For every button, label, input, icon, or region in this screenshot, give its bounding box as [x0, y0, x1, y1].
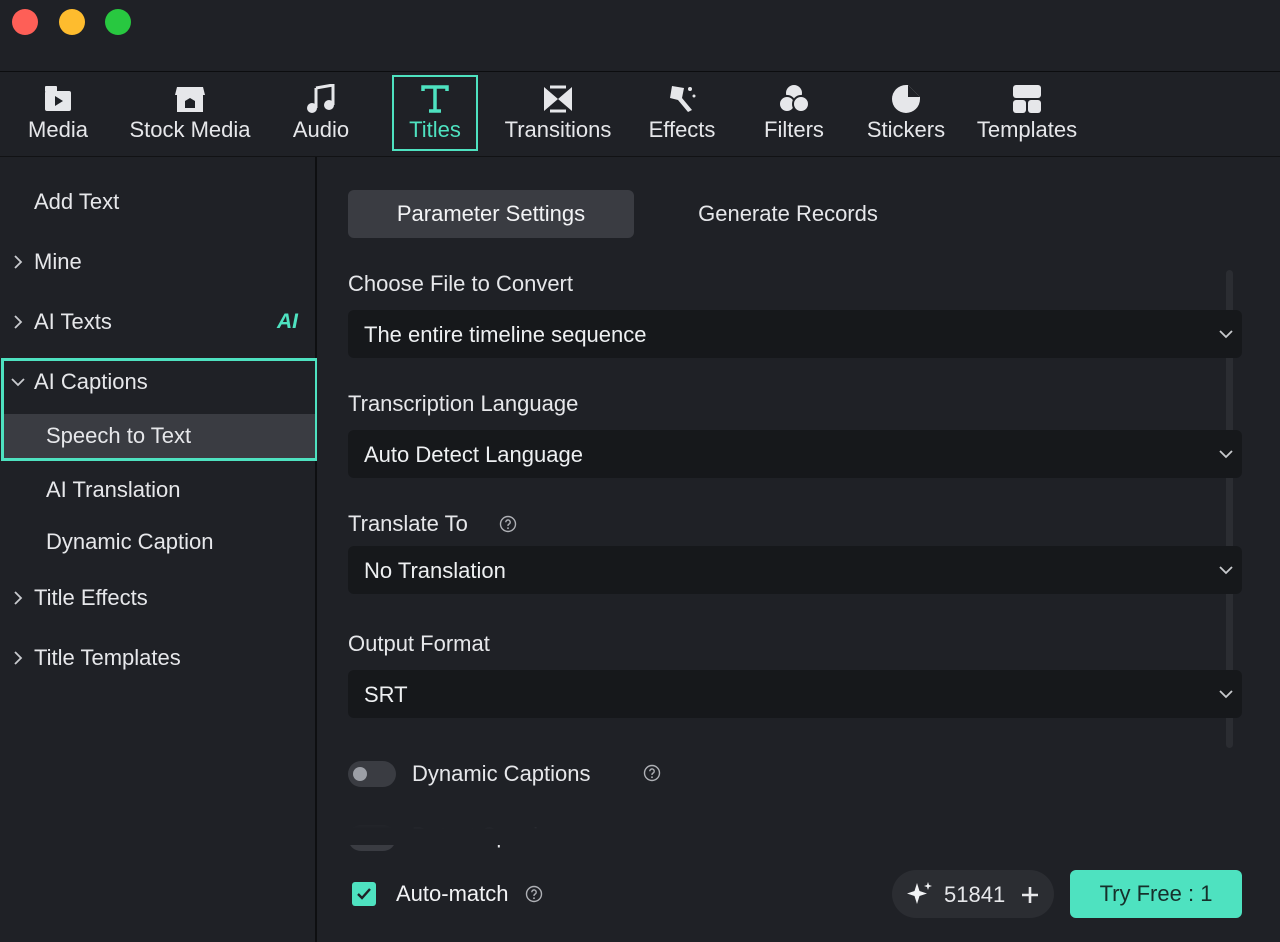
- tab-label: Generate Records: [698, 201, 878, 226]
- sidebar-item-label: Title Templates: [34, 645, 181, 670]
- transcription-language-select[interactable]: Auto Detect Language: [348, 430, 1242, 478]
- credits-count: 51841: [944, 882, 1006, 907]
- select-value: No Translation: [364, 558, 506, 583]
- effects-icon: [665, 83, 699, 115]
- sidebar-item-label: Mine: [34, 249, 82, 274]
- tab-label: Parameter Settings: [396, 201, 586, 226]
- select-value: SRT: [364, 682, 408, 707]
- transcription-language-label: Transcription Language: [348, 391, 579, 416]
- chevron-right-icon: [10, 590, 26, 606]
- ai-captions-highlight-frame: [1, 358, 318, 461]
- close-window-button[interactable]: [12, 9, 38, 35]
- sidebar-item-label: AI Translation: [46, 477, 181, 502]
- scroll-fade-overlay: [317, 805, 1280, 845]
- sidebar-item-label: AI Texts: [34, 309, 112, 334]
- media-toolbar: Media Stock Media Audio Titles Transitio…: [0, 72, 1280, 157]
- ai-credits-button[interactable]: 51841: [892, 870, 1054, 918]
- help-icon[interactable]: [643, 764, 661, 782]
- sidebar-item-ai-texts[interactable]: AI Texts AI: [0, 298, 315, 346]
- toolbar-audio[interactable]: Audio: [285, 72, 357, 156]
- toolbar-stock-media[interactable]: Stock Media: [120, 72, 260, 156]
- toolbar-transitions[interactable]: Transitions: [497, 72, 619, 156]
- chevron-down-icon: [1219, 566, 1233, 575]
- chevron-down-icon: [1219, 330, 1233, 339]
- sidebar-item-label: Title Effects: [34, 585, 148, 610]
- chevron-down-icon: [1219, 450, 1233, 459]
- help-icon[interactable]: [499, 515, 517, 533]
- toolbar-stickers[interactable]: Stickers: [861, 72, 951, 156]
- output-format-select[interactable]: SRT: [348, 670, 1242, 718]
- chevron-down-icon: [1219, 690, 1233, 699]
- titles-icon: [418, 83, 452, 115]
- toolbar-filters-label: Filters: [764, 117, 824, 142]
- toggle-knob: [353, 767, 367, 781]
- toolbar-titles-label: Titles: [409, 117, 461, 142]
- title-bar: [0, 0, 1280, 72]
- toolbar-transitions-label: Transitions: [504, 117, 612, 142]
- transitions-icon: [541, 83, 575, 115]
- zoom-window-button[interactable]: [105, 9, 131, 35]
- translate-to-label: Translate To: [348, 511, 468, 536]
- sidebar-item-label: Dynamic Caption: [46, 529, 214, 554]
- translate-to-select[interactable]: No Translation: [348, 546, 1242, 594]
- try-free-label: Try Free : 1: [1099, 881, 1213, 906]
- plus-icon: [1022, 887, 1038, 903]
- auto-match-label: Auto-match: [396, 881, 509, 906]
- toolbar-effects[interactable]: Effects: [641, 72, 723, 156]
- help-icon[interactable]: [525, 885, 543, 903]
- audio-icon: [304, 83, 338, 115]
- filters-icon: [777, 83, 811, 115]
- sidebar-item-label: Add Text: [34, 189, 120, 214]
- minimize-window-button[interactable]: [59, 9, 85, 35]
- toolbar-templates[interactable]: Templates: [969, 72, 1085, 156]
- sidebar-item-add-text[interactable]: Add Text: [0, 178, 315, 226]
- dynamic-captions-label: Dynamic Captions: [412, 761, 591, 786]
- titles-sidebar: Add Text Mine AI Texts AI AI Captions Sp…: [0, 157, 318, 942]
- chevron-right-icon: [10, 254, 26, 270]
- sidebar-item-dynamic-caption[interactable]: Dynamic Caption: [0, 518, 315, 566]
- toolbar-templates-label: Templates: [976, 117, 1078, 142]
- toolbar-media[interactable]: Media: [18, 72, 98, 156]
- toolbar-effects-label: Effects: [648, 117, 716, 142]
- sidebar-item-mine[interactable]: Mine: [0, 238, 315, 286]
- media-icon: [41, 83, 75, 115]
- stock-media-icon: [173, 83, 207, 115]
- sparkle-icon: [907, 882, 932, 904]
- toolbar-media-label: Media: [28, 117, 88, 142]
- stickers-icon: [889, 83, 923, 115]
- templates-icon: [1010, 83, 1044, 115]
- sidebar-item-ai-translation[interactable]: AI Translation: [0, 466, 315, 514]
- sidebar-item-title-effects[interactable]: Title Effects: [0, 574, 315, 622]
- tab-parameter-settings[interactable]: Parameter Settings: [348, 190, 634, 238]
- auto-match-checkbox[interactable]: [352, 882, 376, 906]
- select-value: Auto Detect Language: [364, 442, 583, 467]
- file-to-convert-label: Choose File to Convert: [348, 271, 573, 296]
- toolbar-audio-label: Audio: [292, 117, 350, 142]
- file-to-convert-select[interactable]: The entire timeline sequence: [348, 310, 1242, 358]
- chevron-right-icon: [10, 314, 26, 330]
- dynamic-captions-toggle[interactable]: [348, 761, 396, 787]
- select-value: The entire timeline sequence: [364, 322, 647, 347]
- chevron-right-icon: [10, 650, 26, 666]
- try-free-button[interactable]: Try Free : 1: [1070, 870, 1242, 918]
- toolbar-stock-media-label: Stock Media: [129, 117, 251, 142]
- output-format-label: Output Format: [348, 631, 490, 656]
- tab-generate-records[interactable]: Generate Records: [648, 190, 928, 238]
- toolbar-filters[interactable]: Filters: [757, 72, 831, 156]
- check-icon: [357, 888, 371, 900]
- ai-badge: AI: [277, 310, 298, 333]
- speech-to-text-panel: Parameter Settings Generate Records Choo…: [317, 157, 1280, 942]
- toolbar-titles[interactable]: Titles: [392, 75, 478, 151]
- toolbar-stickers-label: Stickers: [866, 117, 946, 142]
- sidebar-item-title-templates[interactable]: Title Templates: [0, 634, 315, 682]
